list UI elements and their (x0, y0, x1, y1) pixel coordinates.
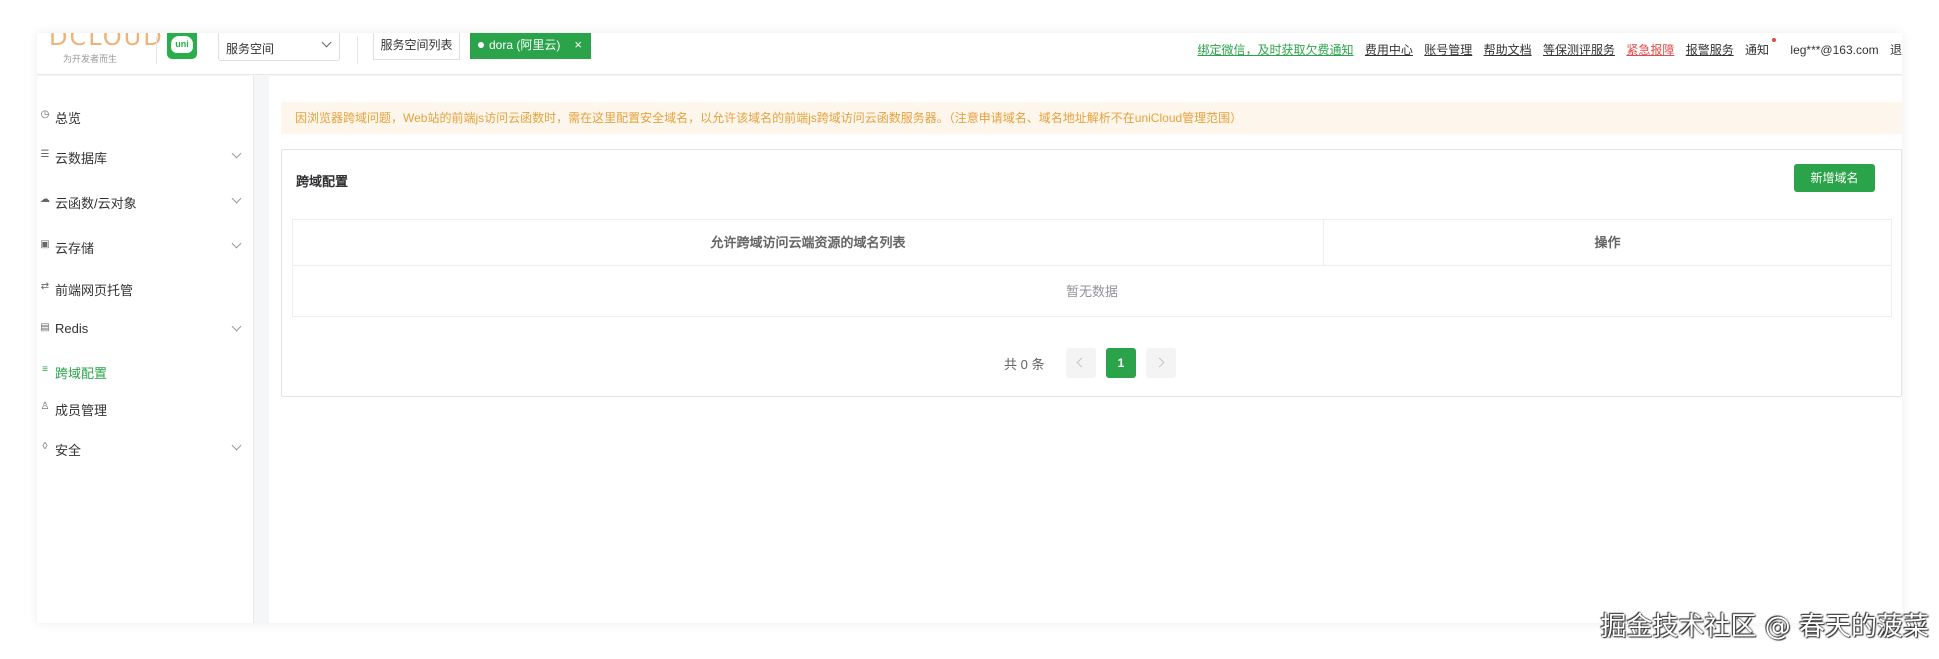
space-select[interactable]: 服务空间 (218, 33, 340, 61)
sidebar-item-label: 云数据库 (55, 151, 108, 166)
divider (357, 36, 358, 64)
space-select-value: 服务空间 (226, 42, 275, 56)
column-header-domains: 允许跨域访问云端资源的域名列表 (293, 220, 1324, 266)
top-links: 绑定微信，及时获取欠费通知 费用中心 账号管理 帮助文档 等保测评服务 紧急报障… (1198, 38, 1902, 57)
unread-dot-icon (1772, 38, 1777, 42)
alarm-link[interactable]: 报警服务 (1686, 43, 1734, 57)
cors-config-card: 跨域配置 新增域名 允许跨域访问云端资源的域名列表 操作 暂无数据 共 0 条 … (281, 149, 1902, 397)
member-icon: ♙ (40, 401, 50, 412)
current-space-label: dora (阿里云) (489, 38, 561, 52)
docs-link[interactable]: 帮助文档 (1484, 43, 1532, 57)
notice-label: 通知 (1745, 43, 1770, 57)
notice-link[interactable]: 通知 (1745, 38, 1777, 57)
account-link[interactable]: 账号管理 (1424, 43, 1472, 57)
watermark: 掘金技术社区 @ 春天的菠菜 (1600, 612, 1929, 642)
sidebar: ◷ 总览 ☰ 云数据库 ☁ 云函数/云对象 ▣ 云存储 ⇄ 前端网页托管 ▤ R… (37, 76, 254, 623)
database-icon: ☰ (40, 149, 50, 160)
sidebar-item-security[interactable]: ◊ 安全 (37, 437, 254, 461)
chevron-down-icon (321, 37, 332, 48)
sidebar-item-label: 云函数/云对象 (55, 196, 137, 211)
pagination: 共 0 条 1 (282, 348, 1901, 378)
chevron-down-icon (231, 321, 242, 332)
cors-notice: 因浏览器跨域问题，Web站的前端js访问云函数时，需在这里配置安全域名，以允许该… (281, 102, 1902, 134)
dcloud-logo[interactable]: DCLOUD 为开发者而生 (45, 33, 162, 75)
cloud-function-icon: ☁ (40, 194, 50, 205)
user-email[interactable]: leg***@163.com (1790, 43, 1878, 57)
top-bar: DCLOUD 为开发者而生 uni 服务空间 服务空间列表 dora (阿里云)… (37, 33, 1902, 75)
status-dot-icon (478, 42, 484, 48)
sidebar-item-cloud-function[interactable]: ☁ 云函数/云对象 (37, 190, 254, 214)
sidebar-item-label: 成员管理 (55, 403, 108, 418)
main-content: 因浏览器跨域问题，Web站的前端js访问云函数时，需在这里配置安全域名，以允许该… (269, 76, 1902, 623)
chevron-down-icon (231, 440, 242, 451)
empty-state: 暂无数据 (1065, 284, 1118, 299)
card-title: 跨域配置 (296, 174, 349, 189)
sidebar-item-cors[interactable]: ≡ 跨域配置 (37, 360, 254, 384)
chevron-left-icon (1076, 357, 1087, 368)
logout-link[interactable]: 退 (1890, 43, 1902, 57)
sidebar-item-label: 前端网页托管 (55, 283, 134, 298)
shield-icon: ◊ (42, 441, 48, 452)
billing-link[interactable]: 费用中心 (1365, 43, 1413, 57)
prev-page-button[interactable] (1066, 348, 1096, 378)
hosting-icon: ⇄ (40, 281, 50, 292)
chevron-right-icon (1154, 357, 1165, 368)
add-domain-button[interactable]: 新增域名 (1794, 164, 1875, 192)
logo-slogan: 为开发者而生 (63, 54, 118, 64)
chevron-down-icon (231, 148, 242, 159)
sidebar-item-overview[interactable]: ◷ 总览 (37, 105, 254, 129)
divider (156, 36, 157, 64)
sidebar-item-label: 安全 (55, 443, 82, 458)
sidebar-item-hosting[interactable]: ⇄ 前端网页托管 (37, 277, 254, 301)
app-window: DCLOUD 为开发者而生 uni 服务空间 服务空间列表 dora (阿里云)… (37, 33, 1902, 623)
current-page-button[interactable]: 1 (1106, 348, 1136, 378)
security-eval-link[interactable]: 等保测评服务 (1543, 43, 1615, 57)
chevron-down-icon (231, 193, 242, 204)
sidebar-item-label: Redis (55, 321, 89, 336)
close-icon[interactable]: × (574, 33, 582, 57)
column-header-actions: 操作 (1324, 220, 1891, 266)
bind-wechat-link[interactable]: 绑定微信，及时获取欠费通知 (1198, 43, 1354, 57)
next-page-button[interactable] (1146, 348, 1176, 378)
sidebar-item-members[interactable]: ♙ 成员管理 (37, 397, 254, 421)
sidebar-item-redis[interactable]: ▤ Redis (37, 318, 254, 342)
sidebar-item-label: 跨域配置 (55, 366, 108, 381)
storage-icon: ▣ (40, 239, 50, 250)
logo-text: DCLOUD (49, 33, 164, 51)
uni-logo-icon: uni (171, 36, 193, 53)
sidebar-item-database[interactable]: ☰ 云数据库 (37, 145, 254, 169)
current-space-tag[interactable]: dora (阿里云) × (470, 33, 591, 59)
dashboard-icon: ◷ (40, 109, 50, 120)
domain-table: 允许跨域访问云端资源的域名列表 操作 暂无数据 (292, 219, 1892, 317)
space-list-button[interactable]: 服务空间列表 (373, 33, 460, 60)
sidebar-item-storage[interactable]: ▣ 云存储 (37, 235, 254, 259)
emergency-link[interactable]: 紧急报障 (1626, 43, 1674, 57)
unicloud-logo[interactable]: uni (167, 33, 197, 59)
pagination-total: 共 0 条 (1004, 357, 1045, 372)
sidebar-item-label: 云存储 (55, 241, 95, 256)
redis-icon: ▤ (40, 322, 50, 333)
cors-icon: ≡ (42, 364, 48, 375)
sidebar-item-label: 总览 (55, 111, 82, 126)
chevron-down-icon (231, 238, 242, 249)
